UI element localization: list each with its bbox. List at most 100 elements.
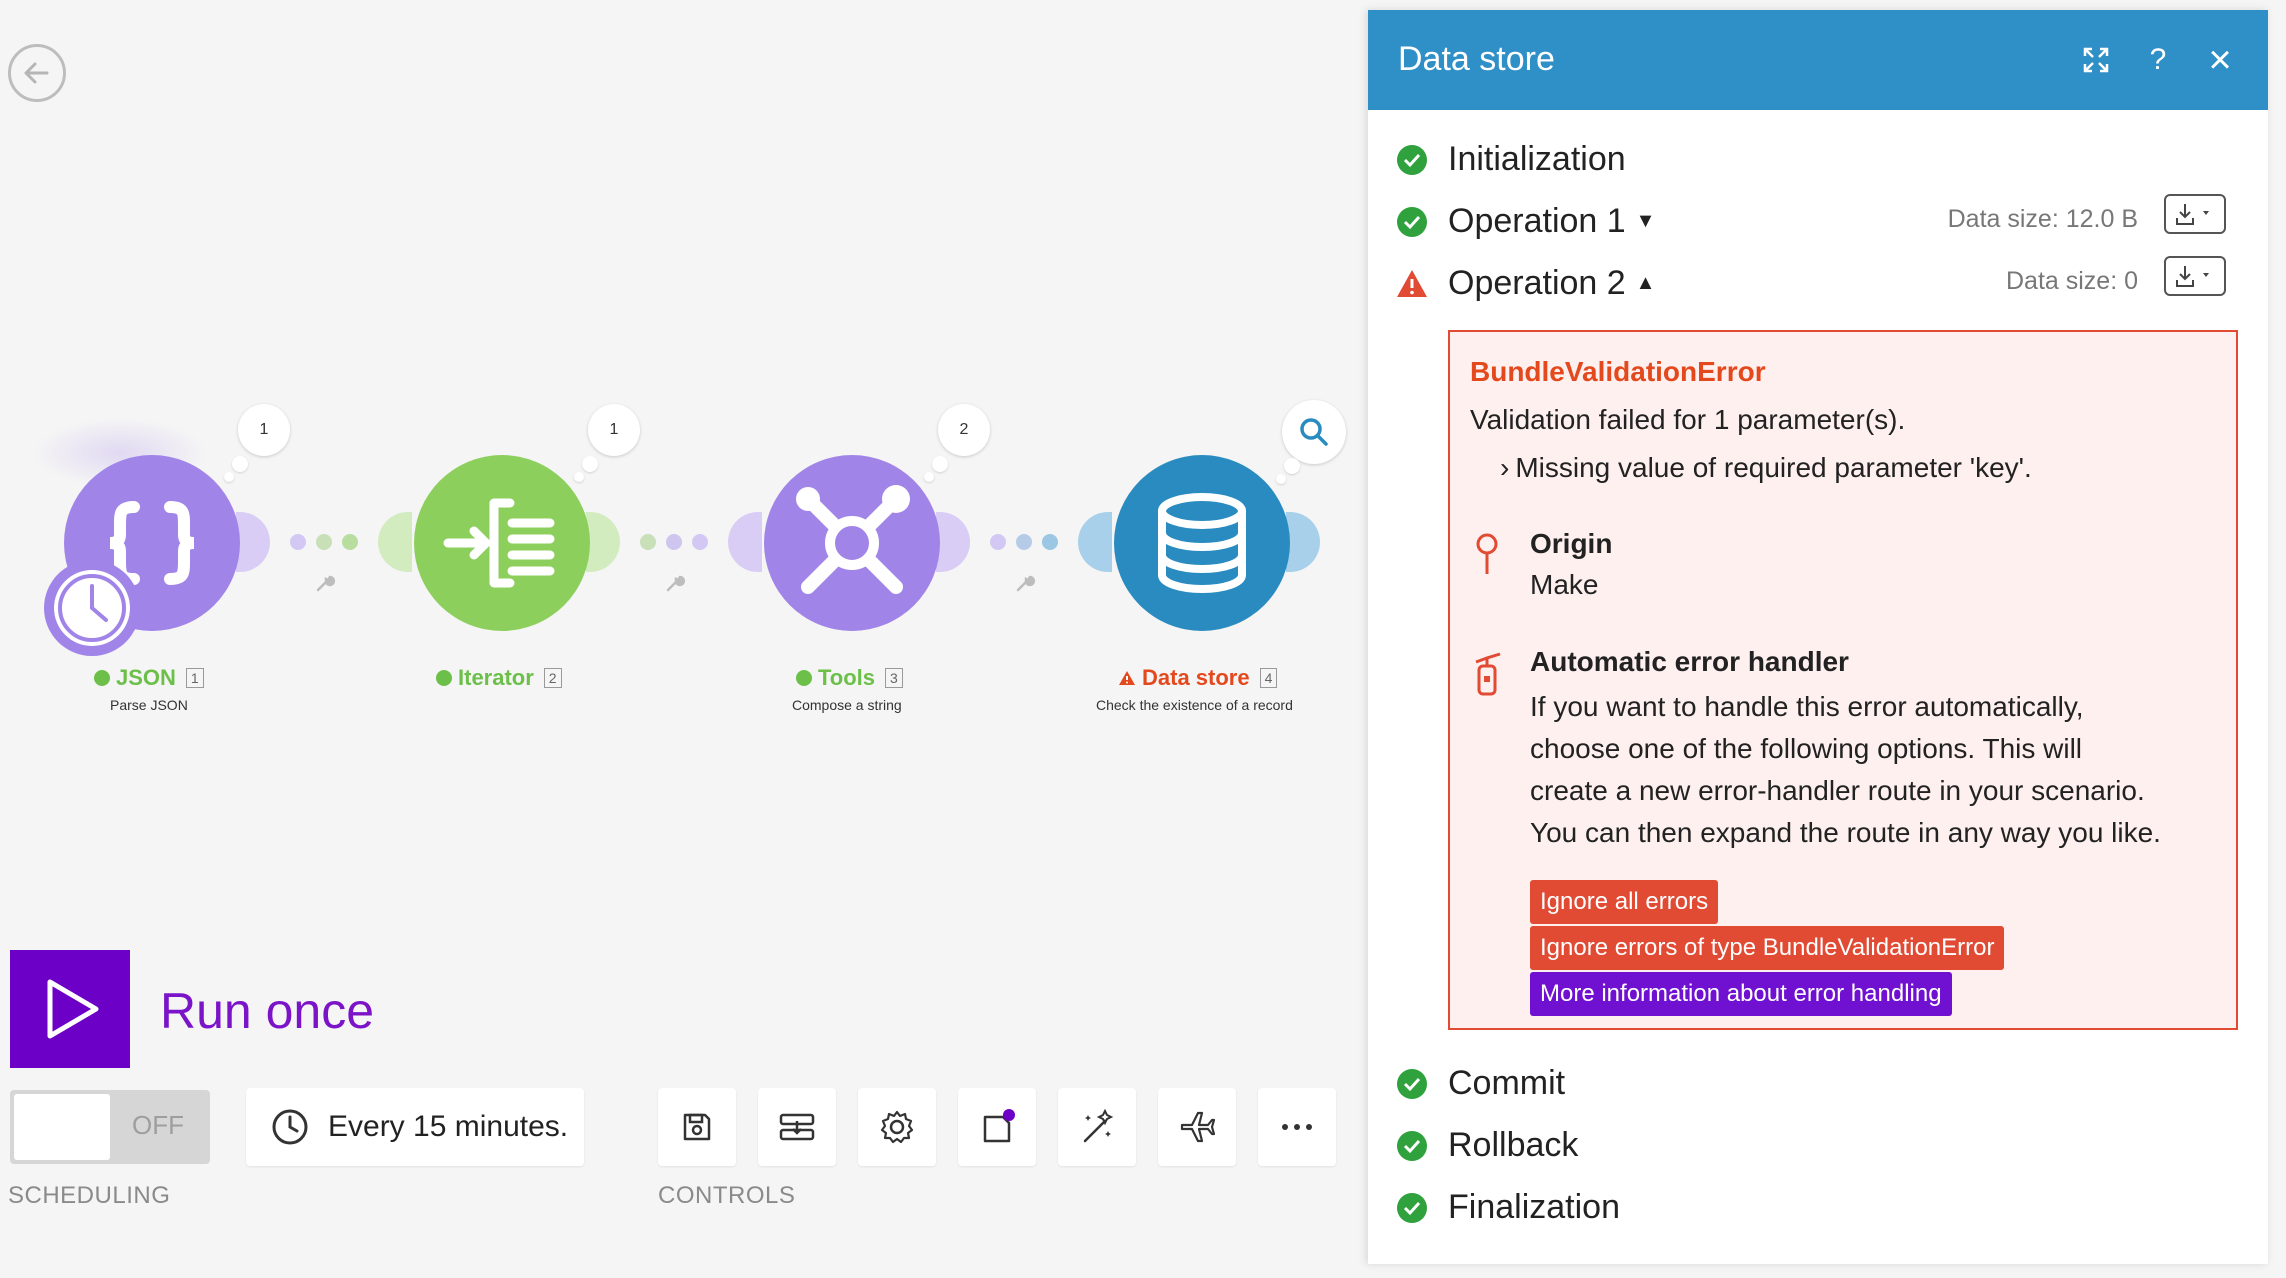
check-icon xyxy=(796,670,812,686)
error-handler-description: If you want to handle this error automat… xyxy=(1530,691,2161,848)
connector-dot xyxy=(990,534,1006,550)
connector-dot xyxy=(290,534,306,550)
operation-2-data-size: Data size: 0 xyxy=(2005,267,2138,295)
toggle-knob xyxy=(14,1094,110,1160)
save-icon xyxy=(683,1113,711,1141)
module-handle-right[interactable] xyxy=(936,512,970,572)
data-store-panel: Data store ? × Initialization Operation … xyxy=(1368,10,2268,1264)
ellipsis-icon xyxy=(1282,1124,1312,1130)
error-title: BundleValidationError xyxy=(1470,356,1766,387)
caret-down-icon: ▼ xyxy=(1635,210,1656,232)
ignore-all-errors-button[interactable]: Ignore all errors xyxy=(1530,880,1719,924)
search-bubble[interactable] xyxy=(1282,400,1346,464)
explain-flow-button[interactable] xyxy=(1058,1088,1136,1166)
operation-2-download-button[interactable] xyxy=(2164,256,2226,296)
schedule-text: Every 15 minutes. xyxy=(328,1110,569,1143)
operation-1-data-size: Data size: 12.0 B xyxy=(1947,205,2138,233)
connector-dot xyxy=(640,534,656,550)
scenario-flow-button[interactable] xyxy=(1158,1088,1236,1166)
module-tools[interactable] xyxy=(764,455,940,631)
gear-icon xyxy=(880,1110,914,1144)
location-pin-icon xyxy=(1476,533,1498,574)
module-label: Iterator 2 xyxy=(436,665,562,691)
check-icon xyxy=(436,670,452,686)
maximize-button[interactable] xyxy=(2078,42,2114,78)
download-icon xyxy=(2176,204,2209,225)
caret-up-icon: ▲ xyxy=(1635,272,1656,294)
module-subtitle: Check the existence of a record xyxy=(1096,697,1293,713)
module-label: JSON 1 xyxy=(94,665,204,691)
notes-button[interactable] xyxy=(958,1088,1036,1166)
auto-align-icon xyxy=(779,1113,815,1141)
operation-1-download-button[interactable] xyxy=(2164,194,2226,234)
check-circle-icon xyxy=(1397,144,1427,175)
error-detail: › Missing value of required parameter 'ke… xyxy=(1500,452,2032,483)
check-circle-icon xyxy=(1397,1068,1427,1099)
database-icon xyxy=(1158,493,1246,594)
help-button[interactable]: ? xyxy=(2140,42,2176,78)
fire-extinguisher-icon xyxy=(1475,652,1501,696)
iterator-icon xyxy=(443,498,555,588)
module-handle-left[interactable] xyxy=(378,512,412,572)
check-circle-icon xyxy=(1397,206,1427,237)
run-once-button[interactable] xyxy=(10,950,130,1068)
bubble-tail xyxy=(574,472,584,482)
module-handle-right[interactable] xyxy=(586,512,620,572)
module-label: Data store 4 xyxy=(1118,665,1278,691)
scenario-canvas: 1 JSON 1 Parse JSON 1 Iterator 2 2 Tools… xyxy=(0,0,1360,900)
origin-label: Origin xyxy=(1530,528,1613,559)
warning-icon xyxy=(1119,671,1135,685)
scheduling-label: SCHEDULING xyxy=(8,1182,171,1209)
wrench-icon[interactable] xyxy=(664,572,686,594)
module-handle-right[interactable] xyxy=(236,512,270,572)
wrench-icon[interactable] xyxy=(314,572,336,594)
save-button[interactable] xyxy=(658,1088,736,1166)
step-operation-2[interactable]: Operation 2 ▲ xyxy=(1396,264,1655,303)
step-initialization: Initialization xyxy=(1396,140,1626,179)
run-once-label[interactable]: Run once xyxy=(160,982,374,1040)
play-icon xyxy=(47,979,99,1039)
auto-align-button[interactable] xyxy=(758,1088,836,1166)
close-button[interactable]: × xyxy=(2202,38,2238,82)
connector-dot xyxy=(316,534,332,550)
module-data-store[interactable] xyxy=(1114,455,1290,631)
magic-wand-icon xyxy=(1083,1108,1114,1143)
error-handling-info-button[interactable]: More information about error handling xyxy=(1530,972,1952,1016)
note-icon xyxy=(983,1109,1015,1143)
tools-icon xyxy=(796,485,910,594)
module-handle-left[interactable] xyxy=(1078,512,1112,572)
clock-icon xyxy=(54,570,130,646)
bubble-tail xyxy=(232,456,248,472)
help-icon: ? xyxy=(2149,43,2167,76)
connector-dot xyxy=(692,534,708,550)
airplane-icon xyxy=(1180,1111,1216,1143)
module-handle-left[interactable] xyxy=(728,512,762,572)
step-operation-1[interactable]: Operation 1 ▼ xyxy=(1396,202,1655,241)
wrench-icon[interactable] xyxy=(1014,572,1036,594)
module-subtitle: Parse JSON xyxy=(110,697,188,713)
controls-label: CONTROLS xyxy=(658,1182,796,1209)
bubble-tail xyxy=(224,472,234,482)
more-options-button[interactable] xyxy=(1258,1088,1336,1166)
bubble-tail xyxy=(932,456,948,472)
scheduling-toggle[interactable]: OFF xyxy=(10,1090,210,1164)
operation-count-bubble[interactable]: 1 xyxy=(238,404,290,456)
ignore-errors-of-type-button[interactable]: Ignore errors of type BundleValidationEr… xyxy=(1530,926,2005,970)
schedule-settings[interactable]: Every 15 minutes. xyxy=(246,1088,584,1166)
module-handle-right[interactable] xyxy=(1286,512,1320,572)
settings-button[interactable] xyxy=(858,1088,936,1166)
close-icon: × xyxy=(2208,37,2232,82)
bubble-tail xyxy=(1276,474,1286,484)
module-subtitle: Compose a string xyxy=(792,697,902,713)
connector-dot xyxy=(1042,534,1058,550)
schedule-clock-badge[interactable] xyxy=(44,560,140,656)
operation-count-bubble[interactable]: 1 xyxy=(588,404,640,456)
check-circle-icon xyxy=(1397,1192,1427,1223)
bubble-tail xyxy=(924,472,934,482)
operation-count-bubble[interactable]: 2 xyxy=(938,404,990,456)
step-rollback: Rollback xyxy=(1396,1126,1578,1165)
warning-icon xyxy=(1397,269,1427,297)
error-details: BundleValidationError Validation failed … xyxy=(1448,330,2238,1030)
module-iterator[interactable] xyxy=(414,455,590,631)
connector-dot xyxy=(666,534,682,550)
